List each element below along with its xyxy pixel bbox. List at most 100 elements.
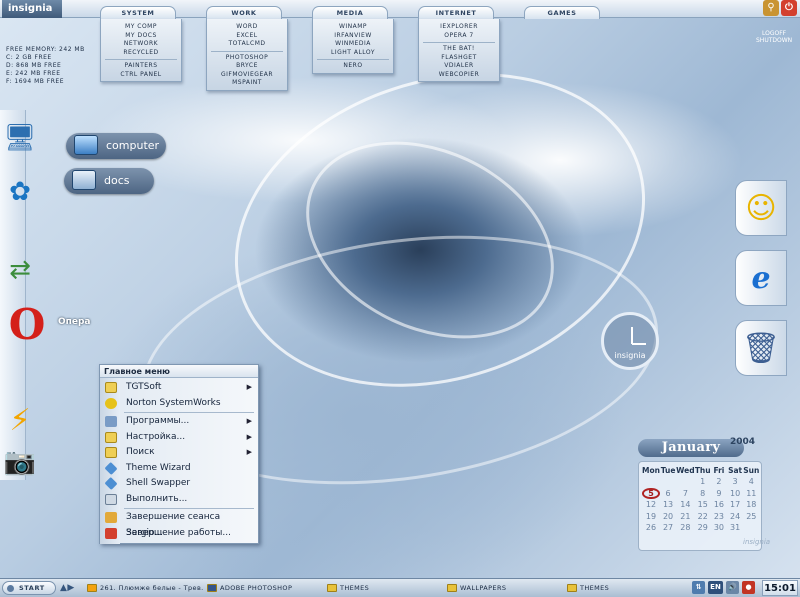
menu-item[interactable]: WORD [207, 23, 287, 32]
start-button[interactable]: START [2, 581, 56, 595]
menu-item[interactable]: FLASHGET [419, 54, 499, 63]
day-cell: 13 [662, 500, 674, 510]
recycle-bin-icon[interactable]: 🗑 [735, 320, 787, 376]
start-icon [7, 585, 14, 592]
week-row: 5 6 7 8 9 10 11 [642, 488, 759, 500]
menu-item[interactable]: PHOTOSHOP [207, 54, 287, 63]
network-icon[interactable]: ✿ [0, 172, 40, 212]
menu-item-settings[interactable]: Настройка... ▶ [100, 430, 258, 446]
menu-item[interactable]: GIFMOVIEGEAR [207, 71, 287, 80]
weekday: Sat [728, 466, 743, 475]
menu-item[interactable]: WEBCOPIER [419, 71, 499, 80]
shutdown-icon[interactable]: ⏻ [781, 0, 797, 16]
menu-item[interactable]: MY DOCS [101, 32, 181, 41]
day-cell: 26 [645, 523, 657, 533]
folder-icon [447, 584, 457, 592]
menu-item-shell-swapper[interactable]: Shell Swapper [100, 476, 258, 492]
menu-item-label: Norton SystemWorks [126, 397, 221, 408]
taskbar-button[interactable]: 261. Плюмже белые - Трев... [86, 581, 204, 595]
menu-item[interactable]: THE BAT! [419, 45, 499, 54]
taskbar: START ▲▶ 261. Плюмже белые - Трев... ADO… [0, 578, 800, 597]
desktop: insignia ⚲ ⏻ SYSTEM WORK MEDIA INTERNET … [0, 0, 800, 597]
menu-item[interactable]: EXCEL [207, 32, 287, 41]
menu-item[interactable]: WINAMP [313, 23, 393, 32]
free-memory-panel: FREE MEMORY: 242 MB C: 2 GB FREE D: 868 … [6, 46, 85, 86]
menu-item-label: Настройка... [126, 431, 186, 442]
menu-divider [317, 59, 389, 60]
menu-item[interactable]: MSPAINT [207, 79, 287, 88]
menu-item[interactable]: WINMEDIA [313, 40, 393, 49]
menu-item-shutdown[interactable]: Завершение работы... [100, 526, 258, 542]
photo-icon[interactable]: 📷 [0, 442, 40, 482]
drive-free-line: C: 2 GB FREE [6, 54, 52, 61]
taskbar-button[interactable]: THEMES [566, 581, 684, 595]
winamp-icon[interactable]: ⚡ [0, 400, 40, 440]
drive-free-line: E: 242 MB FREE [6, 70, 61, 77]
opera-label[interactable]: Опера [58, 317, 91, 327]
menu-item[interactable]: RECYCLED [101, 49, 181, 58]
menu-item-label: Поиск [126, 447, 155, 457]
tab-system[interactable]: SYSTEM [100, 6, 176, 19]
tab-games[interactable]: GAMES [524, 6, 600, 19]
folder-icon [327, 584, 337, 592]
language-indicator[interactable]: EN [708, 581, 723, 594]
network-tray-icon[interactable]: ⇅ [692, 581, 705, 594]
menu-item[interactable]: NERO [313, 62, 393, 71]
clock-widget: insignia [601, 312, 659, 370]
tab-media[interactable]: MEDIA [312, 6, 388, 19]
menu-divider [211, 50, 283, 52]
folder-icon [567, 584, 577, 592]
taskbar-button[interactable]: THEMES [326, 581, 444, 595]
taskbar-button[interactable]: ADOBE PHOTOSHOP [206, 581, 324, 595]
menu-item-label: Завершение работы... [126, 527, 231, 538]
menu-item[interactable]: OPERA 7 [419, 32, 499, 41]
day-cell: 23 [713, 511, 724, 521]
internet-explorer-icon[interactable]: e [735, 250, 787, 306]
menu-item[interactable]: LIGHT ALLOY [313, 49, 393, 58]
menu-item[interactable]: CTRL PANEL [101, 71, 181, 80]
calendar-grid: Mon Tue Wed Thu Fri Sat Sun 1 2 3 4 5 6 … [638, 461, 770, 551]
logoff-icon[interactable]: ⚲ [763, 0, 779, 16]
search-folder-icon [105, 447, 117, 458]
taskbar-clock[interactable]: 15:01 [762, 580, 798, 596]
menu-item[interactable]: PAINTERS [101, 62, 181, 71]
monitor-icon[interactable]: 🖥 [0, 118, 40, 158]
taskbar-button[interactable]: WALLPAPERS [446, 581, 564, 595]
day-cell: 22 [697, 511, 708, 521]
menu-item[interactable]: NETWORK [101, 40, 181, 49]
quicklaunch-icon[interactable]: ▲▶ [60, 581, 84, 595]
tab-internet[interactable]: INTERNET [418, 6, 494, 19]
menu-item[interactable]: BRYCE [207, 62, 287, 71]
computer-shortcut[interactable]: computer [66, 133, 166, 159]
connection-icon[interactable]: ⇄ [0, 250, 40, 290]
day-cell [660, 476, 676, 488]
menu-item[interactable]: VDIALER [419, 62, 499, 71]
calendar-widget: January 2004 Mon Tue Wed Thu Fri Sat Sun… [636, 437, 770, 555]
tab-work[interactable]: WORK [206, 6, 282, 19]
menu-item-norton[interactable]: Norton SystemWorks [100, 396, 258, 412]
menu-item-run[interactable]: Выполнить... [100, 492, 258, 508]
antivirus-icon[interactable]: ● [742, 581, 755, 594]
opera-icon[interactable]: O [2, 300, 52, 349]
menu-item-programs[interactable]: Программы... ▶ [100, 414, 258, 430]
menu-item-theme-wizard[interactable]: Theme Wizard [100, 461, 258, 477]
day-cell: 18 [746, 500, 757, 510]
menu-item[interactable]: IRFANVIEW [313, 32, 393, 41]
docs-shortcut[interactable]: docs [64, 168, 154, 194]
menu-item[interactable]: TOTALCMD [207, 40, 287, 49]
submenu-arrow-icon: ▶ [246, 448, 252, 456]
calendar-year: 2004 [730, 437, 756, 447]
logoff-label[interactable]: LOGOFF [756, 30, 792, 37]
messenger-icon[interactable]: ☺ [735, 180, 787, 236]
menu-item[interactable]: IEXPLORER [419, 23, 499, 32]
menu-item-search[interactable]: Поиск ▶ [100, 445, 258, 461]
shutdown-label[interactable]: SHUTDOWN [756, 37, 792, 44]
menu-item[interactable]: MY COMP [101, 23, 181, 32]
start-menu: Главное меню TGTSoft ▶ Norton SystemWorks… [99, 364, 259, 544]
volume-icon[interactable]: 🔊 [726, 581, 739, 594]
menu-item-tgtsoft[interactable]: TGTSoft ▶ [100, 380, 258, 396]
task-label: 261. Плюмже белые - Трев... [100, 584, 204, 592]
settings-folder-icon [105, 431, 117, 443]
day-cell: 31 [730, 523, 741, 533]
menu-item-logoff[interactable]: Завершение сеанса Sergio... [100, 510, 258, 538]
